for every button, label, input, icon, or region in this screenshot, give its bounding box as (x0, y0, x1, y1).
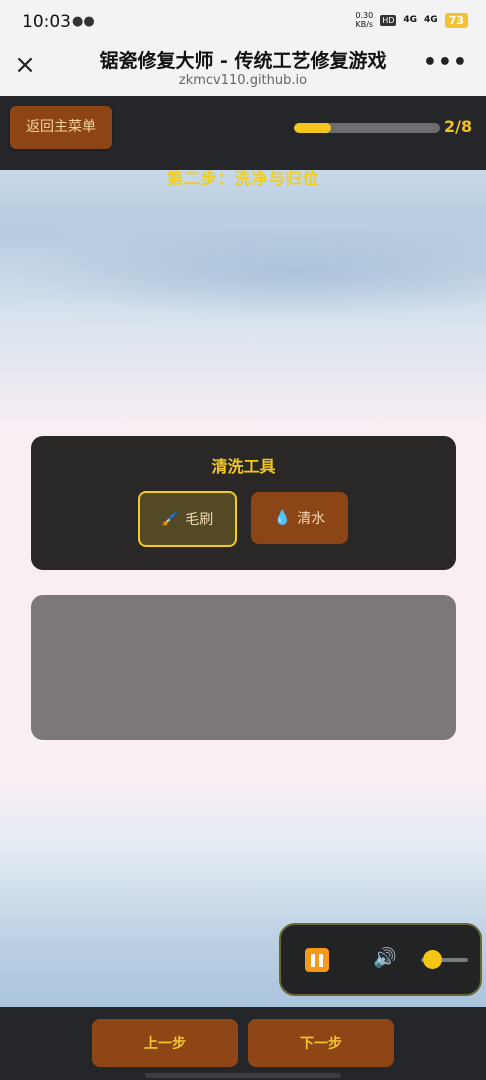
previous-step-button[interactable]: 上一步 (92, 1019, 238, 1067)
tools-title: 清洗工具 (211, 457, 276, 476)
signal-icon: 4G (403, 15, 418, 25)
close-icon[interactable]: × (12, 52, 38, 78)
page-url: zkmcv110.github.io (178, 73, 308, 88)
water-label: 清水 (297, 511, 326, 527)
water-tool-button[interactable]: 💧 清水 (251, 492, 348, 544)
brush-tool-button[interactable]: 🖌️ 毛刷 (138, 491, 237, 547)
progress-fill (294, 123, 331, 133)
pause-icon[interactable] (305, 948, 329, 972)
signal-icon: 4G (424, 15, 438, 25)
cleaning-tools-panel: 清洗工具 🖌️ 毛刷 💧 清水 (31, 436, 456, 570)
home-indicator (145, 1073, 341, 1078)
ink-wash-top-detail (0, 216, 486, 326)
audio-controller: 🔊 (279, 923, 482, 996)
game-area: 返回主菜单 2/8 第二步：洗净与归位 清洗工具 🖌️ 毛刷 💧 清水 🔊 (0, 96, 486, 1007)
next-step-button[interactable]: 下一步 (248, 1019, 394, 1067)
status-bar: 10:03 ●● 0.30 KB/s HD 4G 4G 73 (0, 0, 486, 44)
brush-label: 毛刷 (185, 512, 214, 528)
water-drop-icon: 💧 (273, 510, 292, 526)
more-icon[interactable]: ••• (423, 50, 468, 75)
speaker-icon[interactable]: 🔊 (373, 946, 397, 969)
porcelain-work-area[interactable] (31, 595, 456, 740)
browser-title-bar: × 锯瓷修复大师 - 传统工艺修复游戏 zkmcv110.github.io •… (0, 44, 486, 97)
status-icons: 0.30 KB/s HD 4G 4G 73 (355, 11, 468, 29)
bottom-nav-bar: 上一步 下一步 (0, 1007, 486, 1080)
clock: 10:03 (22, 12, 71, 32)
page-title: 锯瓷修复大师 - 传统工艺修复游戏 (99, 50, 387, 72)
battery-icon: 73 (444, 12, 468, 28)
wechat-icon: ●● (72, 14, 95, 29)
brush-icon: 🖌️ (161, 511, 180, 527)
progress-bar (294, 123, 440, 133)
progress-text: 2/8 (444, 117, 473, 136)
network-speed: 0.30 KB/s (355, 11, 374, 29)
game-top-bar: 返回主菜单 2/8 (0, 96, 486, 170)
volume-slider-knob[interactable] (423, 950, 443, 969)
hd-icon: HD (380, 14, 397, 26)
step-title: 第二步：洗净与归位 (166, 169, 320, 188)
back-to-menu-button[interactable]: 返回主菜单 (10, 106, 112, 149)
